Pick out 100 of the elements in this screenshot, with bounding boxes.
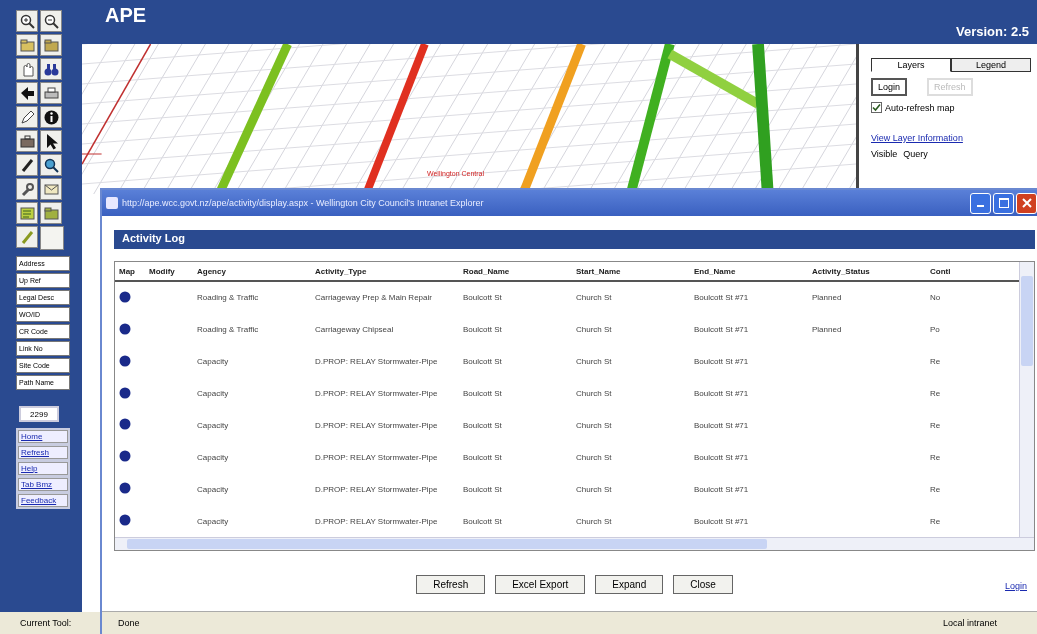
magnifier-tool-button[interactable] xyxy=(40,154,62,176)
table-cell: Boulcott St xyxy=(463,389,502,399)
table-cell: Boulcott St xyxy=(463,420,502,430)
column-header: Start_Name xyxy=(572,262,690,281)
window-title: http://ape.wcc.govt.nz/ape/activity/display.aspx - Wellington City Council's Intranet Explorer xyxy=(122,198,485,208)
layer-tab[interactable]: Layers xyxy=(871,58,951,72)
table-cell: Church St xyxy=(576,389,612,399)
back-arrow-tool-button[interactable] xyxy=(16,82,38,104)
status-text: Done xyxy=(118,618,140,628)
folder-tool-button[interactable] xyxy=(40,34,62,56)
table-cell: Boulcott St xyxy=(463,484,502,494)
map-dot-icon[interactable] xyxy=(119,354,131,367)
magnifier-icon xyxy=(42,156,60,174)
scale-field[interactable]: 2299 xyxy=(19,406,59,422)
table-cell: Re xyxy=(930,516,941,526)
table-cell: Boulcott St xyxy=(463,293,502,303)
binoculars-tool-button[interactable] xyxy=(40,58,62,80)
table-cell: Boulcott St xyxy=(463,325,502,335)
zoom-in-icon xyxy=(18,12,36,30)
sidebar-link[interactable]: Refresh xyxy=(18,446,68,459)
table-cell: Boulcott St #71 xyxy=(694,484,749,494)
table-cell: D.PROP: RELAY Stormwater-Pipe xyxy=(315,484,438,494)
dialog-button[interactable]: Expand xyxy=(595,575,664,594)
table-cell: Church St xyxy=(576,452,612,462)
map-dot-icon[interactable] xyxy=(119,418,131,431)
folder-tool-button[interactable] xyxy=(16,34,38,56)
table-cell: Re xyxy=(930,420,941,430)
checkbox-label: Auto-refresh map xyxy=(885,102,955,113)
login-link[interactable]: Login xyxy=(1004,581,1027,591)
folder-icon xyxy=(42,36,60,54)
map-dot-icon[interactable] xyxy=(119,450,131,463)
column-header: Road_Name xyxy=(459,262,572,281)
table-cell: Boulcott St #71 xyxy=(694,357,749,367)
table-cell: Church St xyxy=(576,293,612,303)
zoom-in-tool-button[interactable] xyxy=(16,10,38,32)
panel-button[interactable]: Login xyxy=(871,78,908,96)
folder-icon xyxy=(18,36,36,54)
scrollbar[interactable] xyxy=(1019,262,1034,537)
table-cell: Planned xyxy=(812,325,842,335)
dialog-button[interactable]: Excel Export xyxy=(495,575,586,594)
table-cell: Capacity xyxy=(197,452,229,462)
table-cell: Carriageway Prep & Main Repair xyxy=(315,293,432,303)
layer-info-link[interactable]: View Layer Information xyxy=(871,133,1031,143)
dialog-button[interactable]: Refresh xyxy=(416,575,486,594)
table-cell: Boulcott St xyxy=(463,357,502,367)
sidebar-link[interactable]: Help xyxy=(18,462,68,475)
table-cell: Boulcott St xyxy=(463,452,502,462)
table-cell: Boulcott St #71 xyxy=(694,293,749,303)
map-dot-icon[interactable] xyxy=(119,514,131,527)
info-tool-button[interactable] xyxy=(40,106,62,128)
minimize-button[interactable] xyxy=(970,192,991,214)
table-cell: Church St xyxy=(576,357,612,367)
table-cell: Po xyxy=(930,325,940,335)
map-dot-icon[interactable] xyxy=(119,290,131,303)
table-cell: Capacity xyxy=(197,357,229,367)
app-title: APE xyxy=(105,4,147,27)
sidebar-link[interactable]: Tab Bmz xyxy=(18,478,68,491)
pointer-tool-button[interactable] xyxy=(40,130,62,152)
zone-label: Local intranet xyxy=(942,618,997,628)
table-cell: D.PROP: RELAY Stormwater-Pipe xyxy=(315,420,438,430)
column-header: End_Name xyxy=(690,262,808,281)
pencil-tool-button[interactable] xyxy=(16,106,38,128)
scrollbar[interactable] xyxy=(115,537,1034,550)
close-button[interactable] xyxy=(1016,192,1037,214)
zoom-out-tool-button[interactable] xyxy=(40,10,62,32)
layer-tab[interactable]: Legend xyxy=(951,58,1031,72)
table-cell: Boulcott St xyxy=(463,516,502,526)
pen-tool-button[interactable] xyxy=(16,154,38,176)
dialog-button[interactable]: Close xyxy=(673,575,733,594)
sidebar-link[interactable]: Home xyxy=(18,430,68,443)
sidebar-link[interactable]: Feedback xyxy=(18,494,68,507)
toolbox-tool-button[interactable] xyxy=(16,130,38,152)
map-dot-icon[interactable] xyxy=(119,482,131,495)
table-cell: Roading & Traffic xyxy=(197,325,259,335)
printer-tool-button[interactable] xyxy=(40,82,62,104)
close-icon xyxy=(1021,198,1032,208)
table-cell: D.PROP: RELAY Stormwater-Pipe xyxy=(315,389,438,399)
table-cell: Re xyxy=(930,357,941,367)
table-cell: Re xyxy=(930,389,941,399)
hand-tool-button[interactable] xyxy=(16,58,38,80)
street-map-drawing[interactable] xyxy=(82,44,856,194)
tool-slot xyxy=(40,226,64,250)
browser-icon xyxy=(106,197,118,209)
table-cell: Boulcott St #71 xyxy=(694,389,749,399)
table-cell: Boulcott St #71 xyxy=(694,420,749,430)
map-dot-icon[interactable] xyxy=(119,322,131,335)
table-cell: Boulcott St #71 xyxy=(694,516,749,526)
version-label: Version: 2.5 xyxy=(956,24,1029,39)
map-dot-icon[interactable] xyxy=(119,386,131,399)
table-cell: Capacity xyxy=(197,389,229,399)
folder-tool-button[interactable] xyxy=(40,202,62,224)
table-cell: Capacity xyxy=(197,420,229,430)
toolbox-icon xyxy=(18,132,36,150)
table-cell: Re xyxy=(930,484,941,494)
table-cell: D.PROP: RELAY Stormwater-Pipe xyxy=(315,516,438,526)
auto-refresh-checkbox[interactable] xyxy=(871,102,882,113)
maximize-button[interactable] xyxy=(993,192,1014,214)
table-cell: Church St xyxy=(576,516,612,526)
column-header: Activity_Status xyxy=(808,262,926,281)
table-cell: Carriageway Chipseal xyxy=(315,325,394,335)
